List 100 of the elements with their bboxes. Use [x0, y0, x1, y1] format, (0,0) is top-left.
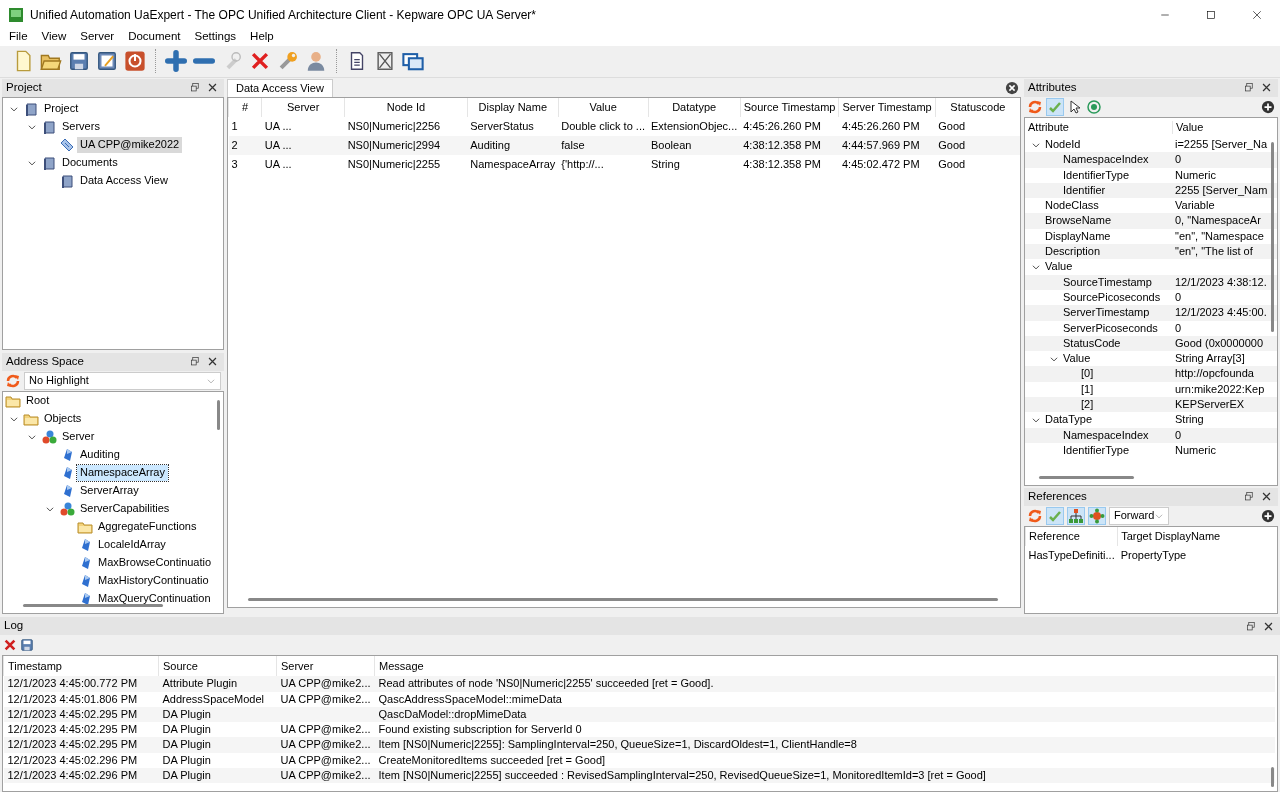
table-cell: DA Plugin [162, 707, 211, 720]
tree-item[interactable]: MaxQueryContinuation [95, 591, 214, 607]
tree-item[interactable]: MaxHistoryContinuatio [95, 573, 212, 589]
float-icon[interactable] [1244, 82, 1255, 94]
menu-item[interactable]: Server [73, 30, 122, 46]
attribute-value: Numeric [1174, 443, 1216, 458]
float-icon[interactable] [190, 82, 201, 94]
float-icon[interactable] [1246, 620, 1257, 632]
tree-item[interactable]: MaxBrowseContinuatio [95, 555, 215, 571]
table-cell: false [558, 135, 649, 155]
attribute-name: [0] [1081, 367, 1094, 381]
app-logo-icon [8, 7, 24, 23]
close-icon[interactable] [207, 356, 218, 368]
tree-item[interactable]: AggregateFunctions [95, 519, 200, 535]
column-header[interactable]: Attribute [1028, 120, 1069, 135]
column-header[interactable]: Display Name [467, 97, 559, 117]
close-icon[interactable] [1261, 491, 1272, 503]
column-header[interactable]: # [228, 97, 262, 117]
column-header[interactable]: Datatype [648, 97, 741, 117]
attribute-value: Variable [1174, 199, 1215, 213]
tree-item[interactable]: Documents [59, 155, 121, 171]
highlight-dropdown[interactable]: No Highlight [24, 371, 221, 390]
panel-title: References [1028, 490, 1087, 504]
close-icon[interactable] [1263, 620, 1274, 632]
menu-item[interactable]: Help [243, 30, 281, 46]
table-cell: 4:45:26.260 PM [740, 116, 839, 136]
close-icon[interactable] [1005, 80, 1019, 95]
column-header[interactable]: Source Timestamp [740, 97, 839, 117]
table-cell: UA ... [261, 135, 345, 155]
tree-item[interactable]: Project [41, 101, 82, 117]
scrollbar[interactable] [1271, 141, 1274, 332]
check-icon[interactable] [1046, 506, 1064, 525]
menu-item[interactable]: File [2, 30, 35, 46]
tree-item[interactable]: Servers [59, 119, 103, 135]
tree-item[interactable]: Root [23, 393, 53, 409]
save-icon[interactable] [20, 638, 34, 653]
table-cell: Found existing subscription for ServerId 0 [378, 723, 582, 736]
tree-item[interactable]: LocaleIdArray [95, 537, 169, 553]
table-cell: 4:38:12.358 PM [740, 135, 839, 155]
column-header[interactable]: Node Id [344, 97, 468, 117]
panel-title: Log [4, 619, 24, 634]
menu-item[interactable]: View [34, 30, 74, 46]
table-cell: Double click to ... [558, 116, 649, 136]
scrollbar[interactable] [248, 598, 998, 602]
column-header[interactable]: Value [1172, 120, 1204, 135]
attribute-value: Good (0x0000000 [1174, 336, 1264, 351]
table-cell: Good [935, 116, 1020, 136]
tree-item[interactable]: Auditing [77, 447, 123, 463]
close-icon[interactable] [1261, 82, 1272, 94]
tree-item[interactable]: UA CPP@mike2022 [77, 137, 183, 153]
table-cell: 4:45:02.472 PM [838, 154, 936, 174]
cursor-icon[interactable] [1067, 98, 1083, 115]
tree-item[interactable]: NamespaceArray [77, 465, 168, 481]
window-title: Unified Automation UaExpert - The OPC Unified Architecture Client - Kepware OPC UA Server* [30, 7, 536, 23]
column-header[interactable]: Server [261, 97, 345, 117]
column-header[interactable]: Reference [1025, 526, 1118, 546]
add-icon[interactable] [1261, 508, 1275, 523]
scrollbar[interactable] [1039, 475, 1134, 479]
add-icon[interactable] [1261, 99, 1275, 114]
object-icon [59, 500, 75, 517]
hierarchy-icon[interactable] [1067, 506, 1085, 525]
scrollbar[interactable] [23, 604, 163, 608]
tree-item[interactable]: ServerCapabilities [77, 501, 173, 517]
direction-dropdown[interactable]: Forward [1109, 506, 1170, 525]
table-cell: QascDaModel::dropMimeData [378, 707, 527, 720]
table-cell: UA CPP@mike2... [280, 723, 371, 736]
tree-item[interactable]: Server [59, 429, 98, 445]
float-icon[interactable] [190, 356, 201, 368]
refresh-icon[interactable] [5, 372, 21, 389]
column-header[interactable]: Target DisplayName [1117, 526, 1277, 546]
refresh-icon[interactable] [1027, 507, 1043, 524]
column-header[interactable]: Value [558, 97, 649, 117]
table-cell: 1 [228, 116, 262, 136]
table-cell: Good [935, 135, 1020, 155]
tree-item[interactable]: Data Access View [77, 173, 171, 189]
refresh-icon[interactable] [1027, 98, 1043, 115]
document-tab[interactable]: Data Access View [227, 78, 333, 97]
menu-item[interactable]: Settings [187, 30, 244, 46]
tree-item[interactable]: ServerArray [77, 483, 142, 499]
column-header[interactable]: Statuscode [935, 97, 1020, 117]
table-cell: NS0|Numeric|2256 [344, 116, 468, 136]
close-icon[interactable] [207, 82, 218, 94]
clear-log-icon[interactable] [3, 638, 17, 653]
nodes-icon[interactable] [1088, 506, 1106, 525]
menu-item[interactable]: Document [121, 30, 188, 46]
check-icon[interactable] [1046, 97, 1064, 116]
table-cell: UA CPP@mike2... [280, 677, 371, 690]
attribute-value: 2255 [Server_Nam [1174, 183, 1268, 198]
tree-item[interactable]: Objects [41, 411, 85, 427]
column-header[interactable]: Server Timestamp [838, 97, 936, 117]
attribute-name: SourcePicoseconds [1063, 290, 1161, 305]
attribute-name: IdentifierType [1063, 168, 1130, 182]
attribute-value: KEPServerEX [1174, 398, 1245, 412]
table-cell: CreateMonitoredItems succeeded [ret = Good] [378, 753, 606, 766]
table-cell: Item [NS0|Numeric|2255] succeeded : RevisedSamplingInterval=250, RevisedQueueSize=1, MonitoredItemId=3 [ret = Good] [378, 769, 986, 782]
scrollbar[interactable] [217, 399, 220, 430]
attribute-value: 0 [1174, 428, 1182, 442]
table-cell: PropertyType [1117, 545, 1277, 565]
float-icon[interactable] [1244, 491, 1255, 503]
scrollbar[interactable] [1271, 767, 1274, 787]
